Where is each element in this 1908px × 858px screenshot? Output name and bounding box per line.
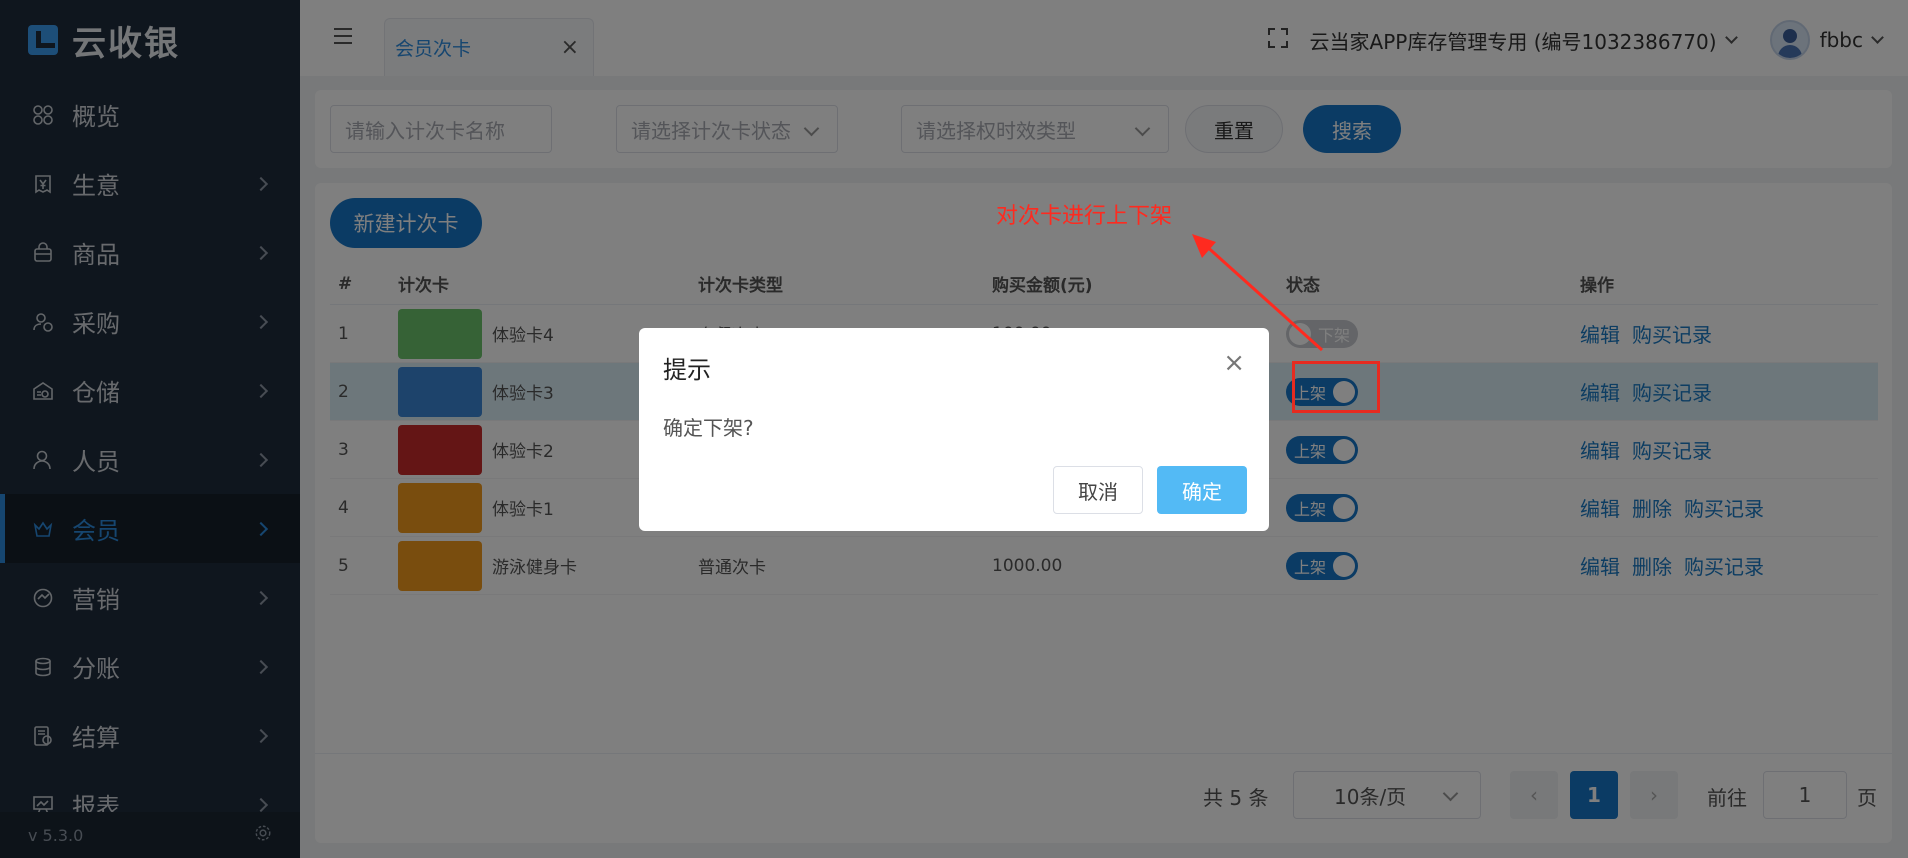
cancel-button[interactable]: 取消 — [1053, 466, 1143, 514]
annotation-text: 对次卡进行上下架 — [996, 204, 1173, 229]
confirm-button[interactable]: 确定 — [1157, 466, 1247, 514]
dialog-message: 确定下架? — [663, 416, 754, 440]
annotation-highlight-box — [1292, 361, 1380, 413]
confirm-dialog: 提示 × 确定下架? 取消 确定 — [639, 328, 1269, 531]
close-icon[interactable]: × — [1223, 348, 1245, 378]
dialog-title: 提示 — [663, 356, 711, 384]
